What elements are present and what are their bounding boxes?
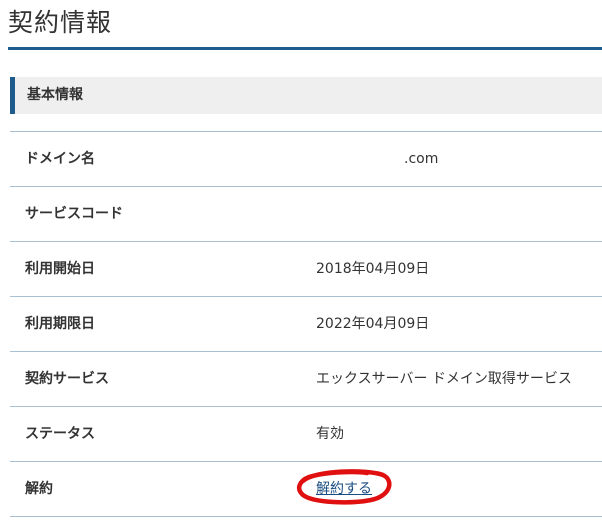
contract-info-page: 契約情報 基本情報 ドメイン名 .com サービスコード 利用開始日 2018年… bbox=[0, 0, 602, 527]
table-row-domain: ドメイン名 .com bbox=[10, 132, 602, 187]
row-label: ドメイン名 bbox=[25, 151, 95, 167]
row-value-domain: .com bbox=[404, 151, 439, 167]
table-row-contract-service: 契約サービス エックスサーバー ドメイン取得サービス bbox=[10, 352, 602, 407]
row-label: 利用期限日 bbox=[25, 316, 95, 332]
section-header: 基本情報 bbox=[10, 77, 602, 114]
section-title: 基本情報 bbox=[27, 87, 83, 103]
cancel-contract-link[interactable]: 解約する bbox=[316, 481, 372, 497]
row-value-start-date: 2018年04月09日 bbox=[316, 261, 430, 277]
table-row-service-code: サービスコード bbox=[10, 187, 602, 242]
table-row-cancel: 解約 解約する bbox=[10, 462, 602, 517]
table-row-expiry-date: 利用期限日 2022年04月09日 bbox=[10, 297, 602, 352]
row-label: 利用開始日 bbox=[25, 261, 95, 277]
table-row-start-date: 利用開始日 2018年04月09日 bbox=[10, 242, 602, 297]
row-label: 解約 bbox=[25, 481, 53, 497]
row-value-cancel: 解約する bbox=[316, 462, 372, 516]
row-value-status: 有効 bbox=[316, 426, 344, 442]
row-label: 契約サービス bbox=[25, 371, 109, 387]
table-row-status: ステータス 有効 bbox=[10, 407, 602, 462]
row-label: ステータス bbox=[25, 426, 95, 442]
info-table: ドメイン名 .com サービスコード 利用開始日 2018年04月09日 利用期… bbox=[10, 131, 602, 517]
row-value-expiry-date: 2022年04月09日 bbox=[316, 316, 430, 332]
row-label: サービスコード bbox=[25, 206, 123, 222]
title-underline bbox=[8, 47, 602, 50]
row-value-contract-service: エックスサーバー ドメイン取得サービス bbox=[316, 371, 572, 387]
page-title: 契約情報 bbox=[8, 8, 113, 37]
